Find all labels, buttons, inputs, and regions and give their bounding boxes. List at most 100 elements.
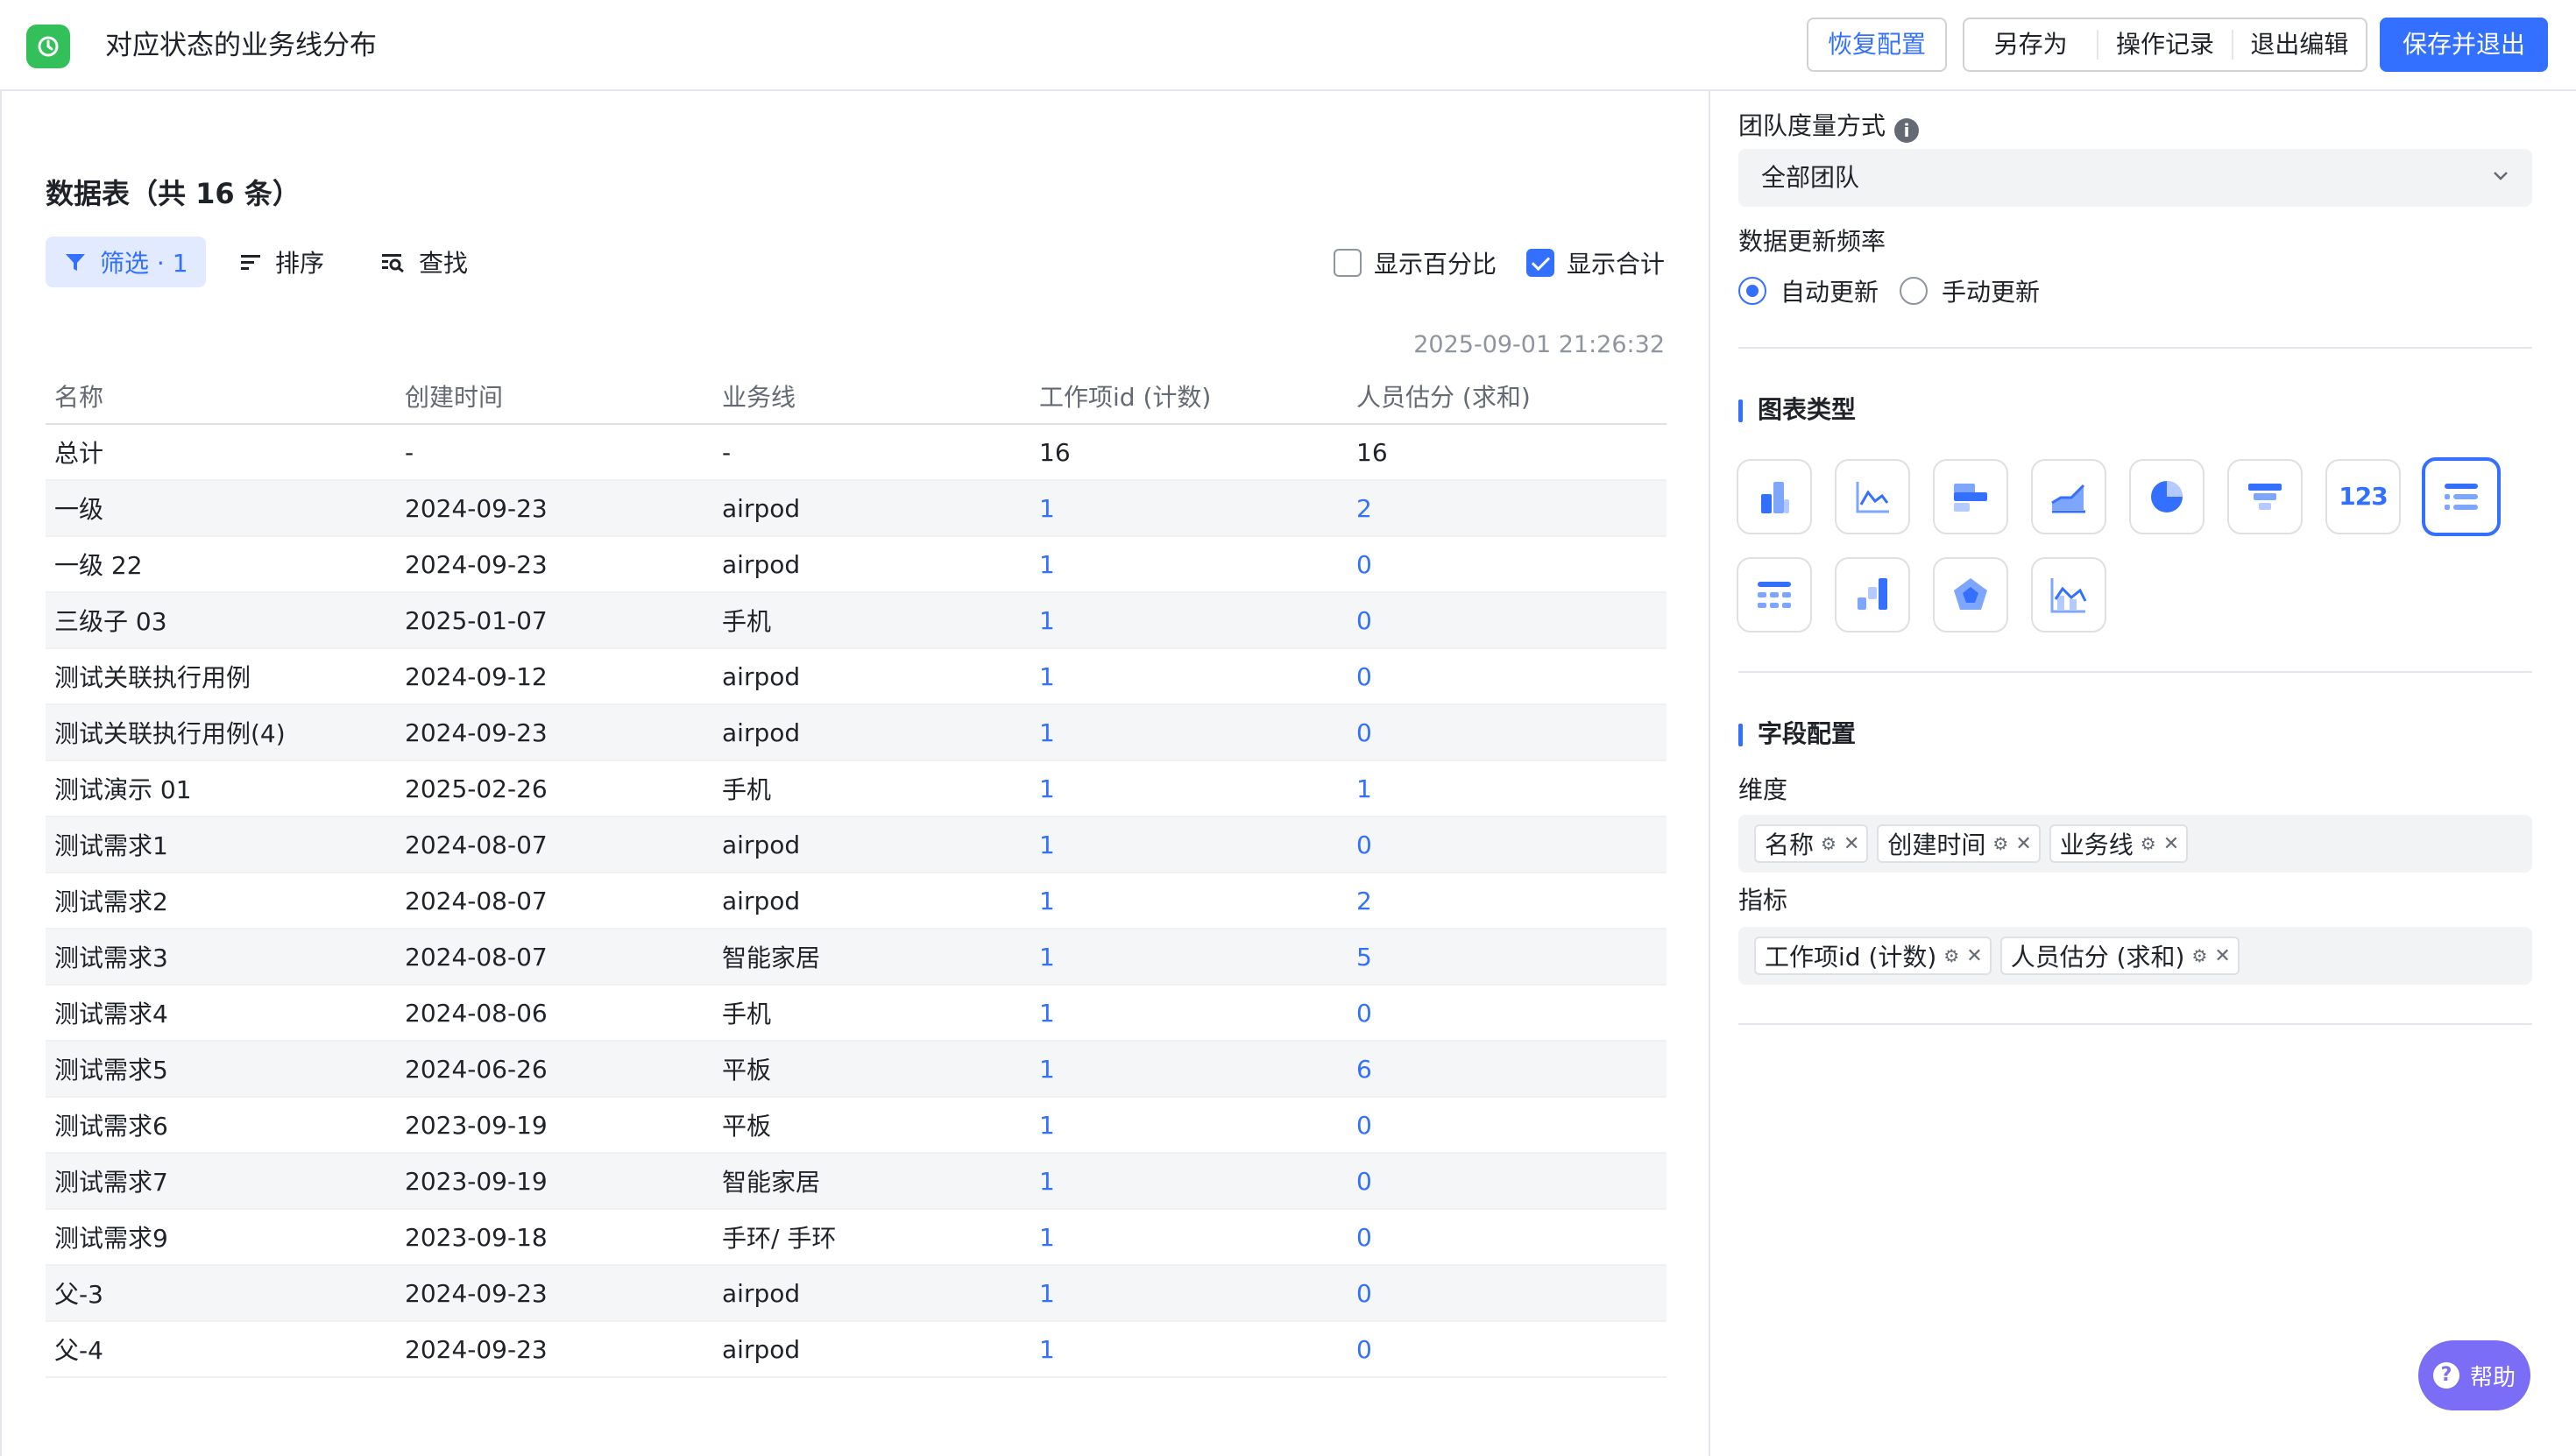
save-and-exit-button[interactable]: 保存并退出 bbox=[2380, 18, 2548, 72]
table-cell[interactable]: 0 bbox=[1348, 816, 1667, 873]
manual-update-label[interactable]: 手动更新 bbox=[1942, 273, 2040, 308]
metric-tag[interactable]: 人员估分 (求和) ⚙ ✕ bbox=[1999, 937, 2240, 975]
table-row[interactable]: 测试需求2 2024-08-07 airpod 1 2 bbox=[46, 873, 1667, 929]
metric-tag[interactable]: 工作项id (计数) ⚙ ✕ bbox=[1754, 937, 1992, 975]
exit-edit-button[interactable]: 退出编辑 bbox=[2233, 19, 2366, 70]
table-cell[interactable]: 1 bbox=[1030, 1321, 1348, 1378]
team-measure-select[interactable]: 全部团队 bbox=[1738, 149, 2532, 207]
column-header[interactable]: 人员估分 (求和) bbox=[1348, 368, 1667, 425]
table-cell[interactable]: 0 bbox=[1348, 985, 1667, 1042]
table-cell[interactable]: 0 bbox=[1348, 536, 1667, 593]
info-icon[interactable]: i bbox=[1894, 118, 1920, 143]
gear-icon[interactable]: ⚙ bbox=[1821, 833, 1836, 854]
column-header[interactable]: 工作项id (计数) bbox=[1030, 368, 1348, 425]
show-total-checkbox[interactable]: 显示合计 bbox=[1526, 245, 1665, 280]
table-cell[interactable]: 1 bbox=[1030, 480, 1348, 537]
table-cell[interactable]: 1 bbox=[1030, 1265, 1348, 1322]
table-cell[interactable]: 0 bbox=[1348, 704, 1667, 761]
column-header[interactable]: 创建时间 bbox=[396, 368, 713, 425]
table-cell[interactable]: 1 bbox=[1030, 1209, 1348, 1266]
table-row[interactable]: 测试演示 01 2025-02-26 手机 1 1 bbox=[46, 760, 1667, 817]
funnel-chart-icon[interactable] bbox=[2227, 459, 2303, 534]
table-cell[interactable]: 1 bbox=[1030, 648, 1348, 705]
table-row[interactable]: 测试关联执行用例 2024-09-12 airpod 1 0 bbox=[46, 648, 1667, 705]
table-row[interactable]: 测试需求6 2023-09-19 平板 1 0 bbox=[46, 1097, 1667, 1154]
table-cell[interactable]: 6 bbox=[1348, 1041, 1667, 1098]
dimension-field-box[interactable]: 名称 ⚙ ✕ 创建时间 ⚙ ✕ 业务线 ⚙ ✕ bbox=[1738, 815, 2532, 873]
gear-icon[interactable]: ⚙ bbox=[1943, 945, 1959, 966]
show-percent-checkbox[interactable]: 显示百分比 bbox=[1334, 245, 1497, 280]
table-cell[interactable]: 2 bbox=[1348, 480, 1667, 537]
table-cell[interactable]: 0 bbox=[1348, 648, 1667, 705]
gear-icon[interactable]: ⚙ bbox=[1992, 833, 2008, 854]
waterfall-chart-icon[interactable] bbox=[1835, 557, 1910, 633]
table-cell[interactable]: 1 bbox=[1030, 704, 1348, 761]
column-header[interactable]: 名称 bbox=[46, 368, 396, 425]
restore-config-button[interactable]: 恢复配置 bbox=[1807, 18, 1947, 72]
gear-icon[interactable]: ⚙ bbox=[2141, 833, 2156, 854]
column-header[interactable]: 业务线 bbox=[713, 368, 1030, 425]
help-button[interactable]: ? 帮助 bbox=[2418, 1340, 2530, 1410]
pie-chart-icon[interactable] bbox=[2129, 459, 2204, 534]
dimension-tag[interactable]: 业务线 ⚙ ✕ bbox=[2049, 824, 2189, 863]
table-cell[interactable]: 1 bbox=[1030, 929, 1348, 986]
area-chart-icon[interactable] bbox=[2031, 459, 2106, 534]
radar-chart-icon[interactable] bbox=[1933, 557, 2008, 633]
table-cell[interactable]: 0 bbox=[1348, 592, 1667, 649]
save-as-button[interactable]: 另存为 bbox=[1964, 19, 2097, 70]
table-row[interactable]: 一级 22 2024-09-23 airpod 1 0 bbox=[46, 536, 1667, 593]
table-row[interactable]: 测试需求1 2024-08-07 airpod 1 0 bbox=[46, 816, 1667, 873]
dimension-tag[interactable]: 名称 ⚙ ✕ bbox=[1754, 824, 1869, 863]
close-icon[interactable]: ✕ bbox=[2214, 945, 2230, 967]
table-row[interactable]: 测试需求5 2024-06-26 平板 1 6 bbox=[46, 1041, 1667, 1098]
table-row[interactable]: 父-4 2024-09-23 airpod 1 0 bbox=[46, 1321, 1667, 1378]
find-button[interactable]: 查找 bbox=[363, 237, 485, 287]
table-cell[interactable]: 2 bbox=[1348, 873, 1667, 929]
auto-update-label[interactable]: 自动更新 bbox=[1780, 273, 1879, 308]
table-cell[interactable]: 5 bbox=[1348, 929, 1667, 986]
table-cell[interactable]: 0 bbox=[1348, 1321, 1667, 1378]
table-row[interactable]: 父-3 2024-09-23 airpod 1 0 bbox=[46, 1265, 1667, 1322]
table-cell[interactable]: 0 bbox=[1348, 1097, 1667, 1154]
horizontal-bar-icon[interactable] bbox=[1933, 459, 2008, 534]
table-cell[interactable]: 1 bbox=[1030, 816, 1348, 873]
history-button[interactable]: 操作记录 bbox=[2098, 19, 2231, 70]
detail-table-icon[interactable] bbox=[2422, 457, 2501, 536]
table-cell[interactable]: 1 bbox=[1030, 1041, 1348, 1098]
table-cell[interactable]: 1 bbox=[1030, 592, 1348, 649]
table-row[interactable]: 三级子 03 2025-01-07 手机 1 0 bbox=[46, 592, 1667, 649]
table-cell[interactable]: 0 bbox=[1348, 1153, 1667, 1210]
combo-chart-icon[interactable] bbox=[2031, 557, 2106, 633]
metric-field-box[interactable]: 工作项id (计数) ⚙ ✕ 人员估分 (求和) ⚙ ✕ bbox=[1738, 927, 2532, 985]
filter-button[interactable]: 筛选 · 1 bbox=[46, 237, 206, 287]
dimension-tag[interactable]: 创建时间 ⚙ ✕ bbox=[1877, 824, 2041, 863]
table-cell[interactable]: 1 bbox=[1030, 985, 1348, 1042]
table-row[interactable]: 测试需求3 2024-08-07 智能家居 1 5 bbox=[46, 929, 1667, 986]
manual-update-radio[interactable] bbox=[1900, 277, 1928, 305]
gear-icon[interactable]: ⚙ bbox=[2191, 945, 2207, 966]
close-icon[interactable]: ✕ bbox=[1966, 945, 1982, 967]
table-row[interactable]: 测试需求4 2024-08-06 手机 1 0 bbox=[46, 985, 1667, 1042]
pivot-table-icon[interactable] bbox=[1737, 557, 1812, 633]
table-cell: airpod bbox=[713, 480, 1030, 537]
table-row[interactable]: 测试需求9 2023-09-18 手环/ 手环 1 0 bbox=[46, 1209, 1667, 1266]
auto-update-radio[interactable] bbox=[1738, 277, 1766, 305]
table-cell[interactable]: 1 bbox=[1030, 1097, 1348, 1154]
line-chart-icon[interactable] bbox=[1835, 459, 1910, 534]
table-cell[interactable]: 1 bbox=[1348, 760, 1667, 817]
table-cell[interactable]: 0 bbox=[1348, 1265, 1667, 1322]
table-row[interactable]: 一级 2024-09-23 airpod 1 2 bbox=[46, 480, 1667, 537]
table-cell[interactable]: 1 bbox=[1030, 873, 1348, 929]
close-icon[interactable]: ✕ bbox=[2015, 833, 2031, 855]
table-cell[interactable]: 1 bbox=[1030, 760, 1348, 817]
bar-chart-icon[interactable] bbox=[1737, 459, 1812, 534]
table-cell[interactable]: 1 bbox=[1030, 536, 1348, 593]
table-cell[interactable]: 0 bbox=[1348, 1209, 1667, 1266]
close-icon[interactable]: ✕ bbox=[2163, 833, 2179, 855]
close-icon[interactable]: ✕ bbox=[1844, 833, 1859, 855]
table-cell[interactable]: 1 bbox=[1030, 1153, 1348, 1210]
number-card-icon[interactable]: 123 bbox=[2325, 459, 2401, 534]
table-row[interactable]: 测试需求7 2023-09-19 智能家居 1 0 bbox=[46, 1153, 1667, 1210]
sort-button[interactable]: 排序 bbox=[221, 237, 342, 287]
table-row[interactable]: 测试关联执行用例(4) 2024-09-23 airpod 1 0 bbox=[46, 704, 1667, 761]
